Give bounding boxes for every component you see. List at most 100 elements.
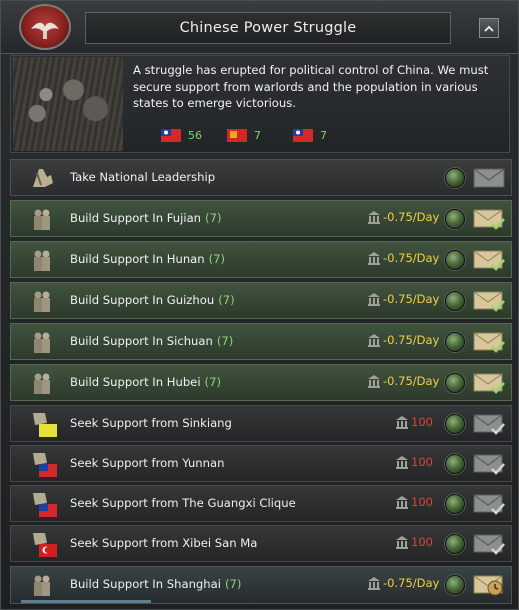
envelope-checked-icon[interactable] [472, 370, 506, 396]
leader-icon [33, 169, 53, 187]
decision-label: Build Support In Guizhou (7) [70, 293, 235, 307]
cost-value: -0.75/Day [383, 292, 440, 306]
cost-value: -0.75/Day [383, 374, 440, 388]
decision-days: (7) [204, 375, 221, 389]
fist-guangxi-flag-icon [33, 493, 57, 517]
cost-value: -0.75/Day [383, 210, 440, 224]
decision-row[interactable]: Build Support In Shanghai (7) -0.75/Day [10, 566, 512, 604]
available-icon [445, 209, 465, 229]
chevron-up-icon [484, 25, 494, 32]
political-power-cost: -0.75/Day [367, 576, 439, 590]
decision-days: (7) [224, 577, 242, 591]
decision-category-panel: Chinese Power Struggle A struggle has er… [0, 0, 519, 610]
decision-label: Seek Support from Xibei San Ma [70, 536, 258, 550]
political-power-icon [396, 536, 408, 549]
communist-flag-icon [227, 129, 247, 142]
soldiers-icon [34, 291, 50, 312]
decision-row[interactable]: Build Support In Sichuan (7) -0.75/Day [10, 323, 512, 360]
decision-label: Seek Support from Sinkiang [70, 416, 232, 430]
envelope-checked-icon[interactable] [472, 451, 506, 477]
political-power-icon [396, 456, 408, 469]
fist-yunnan-flag-icon [33, 453, 57, 477]
decision-row[interactable]: Build Support In Fujian (7) -0.75/Day [10, 200, 512, 237]
political-power-icon [368, 293, 380, 306]
decision-days: (7) [216, 334, 234, 348]
decision-row[interactable]: Seek Support from Yunnan 100 [10, 445, 512, 482]
cost-value: -0.75/Day [383, 333, 440, 347]
stat-value: 56 [188, 129, 202, 142]
envelope-checked-icon[interactable] [472, 531, 506, 557]
decision-row[interactable]: Seek Support from Sinkiang 100 [10, 405, 512, 442]
political-power-icon [368, 211, 380, 224]
description-text: A struggle has erupted for political con… [133, 63, 489, 110]
decision-label: Seek Support from The Guangxi Clique [70, 496, 296, 510]
political-power-icon [396, 416, 408, 429]
available-icon [445, 575, 465, 595]
political-power-cost: -0.75/Day [367, 251, 439, 265]
political-power-icon [368, 252, 380, 265]
stat-value: 7 [254, 129, 261, 142]
soldiers-icon [34, 575, 50, 596]
political-power-cost: 100 [395, 535, 433, 549]
decision-row[interactable]: Build Support In Hunan (7) -0.75/Day [10, 241, 512, 278]
stat-value: 7 [320, 129, 327, 142]
available-icon [445, 373, 465, 393]
envelope-icon[interactable] [472, 165, 506, 191]
decision-label: Take National Leadership [70, 170, 216, 184]
panel-header: Chinese Power Struggle [1, 1, 518, 54]
roc-flag-icon [293, 129, 313, 142]
political-power-cost: 100 [395, 495, 433, 509]
envelope-checked-icon[interactable] [472, 491, 506, 517]
decision-label: Build Support In Hubei (7) [70, 375, 221, 389]
category-description: A struggle has erupted for political con… [10, 55, 510, 153]
available-icon [445, 534, 465, 554]
available-icon [445, 168, 465, 188]
historical-photo [13, 57, 123, 151]
political-power-cost: -0.75/Day [367, 292, 439, 306]
soldiers-icon [34, 209, 50, 230]
political-power-icon [368, 577, 380, 590]
fist-xibei-flag-icon [33, 533, 57, 557]
envelope-checked-icon[interactable] [472, 247, 506, 273]
panel-title: Chinese Power Struggle [179, 20, 357, 36]
stat-roc-2: 7 [293, 129, 359, 142]
available-icon [445, 332, 465, 352]
decision-label: Build Support In Shanghai (7) [70, 577, 242, 591]
cost-value: 100 [411, 535, 433, 549]
decision-row[interactable]: Take National Leadership [10, 159, 512, 196]
envelope-checked-icon[interactable] [472, 206, 506, 232]
decision-label: Build Support In Hunan (7) [70, 252, 226, 266]
envelope-checked-icon[interactable] [472, 288, 506, 314]
soldiers-icon [34, 332, 50, 353]
available-icon [445, 454, 465, 474]
available-icon [445, 291, 465, 311]
political-power-icon [396, 496, 408, 509]
political-power-cost: -0.75/Day [367, 374, 439, 388]
stat-communist: 7 [227, 129, 293, 142]
decision-row[interactable]: Seek Support from The Guangxi Clique 100 [10, 485, 512, 522]
collapse-button[interactable] [479, 18, 499, 38]
support-stats: 56 7 7 [161, 129, 359, 142]
political-power-cost: 100 [395, 415, 433, 429]
decision-row[interactable]: Seek Support from Xibei San Ma 100 [10, 525, 512, 562]
decision-progress-bar [21, 600, 151, 603]
roc-flag-icon [161, 129, 181, 142]
envelope-checked-icon[interactable] [472, 411, 506, 437]
decision-row[interactable]: Build Support In Hubei (7) -0.75/Day [10, 364, 512, 401]
cost-value: -0.75/Day [383, 576, 440, 590]
stat-roc: 56 [161, 129, 227, 142]
envelope-checked-icon[interactable] [472, 329, 506, 355]
political-power-cost: -0.75/Day [367, 333, 439, 347]
decision-row[interactable]: Build Support In Guizhou (7) -0.75/Day [10, 282, 512, 319]
decision-label: Build Support In Sichuan (7) [70, 334, 234, 348]
available-icon [445, 414, 465, 434]
envelope-clock-icon[interactable] [472, 572, 506, 598]
cost-value: 100 [411, 455, 433, 469]
fist-sinkiang-flag-icon [33, 413, 57, 437]
political-power-cost: -0.75/Day [367, 210, 439, 224]
political-power-cost: 100 [395, 455, 433, 469]
title-bar: Chinese Power Struggle [85, 12, 451, 44]
decision-days: (7) [208, 252, 226, 266]
decision-days: (7) [205, 211, 222, 225]
cost-value: -0.75/Day [383, 251, 440, 265]
